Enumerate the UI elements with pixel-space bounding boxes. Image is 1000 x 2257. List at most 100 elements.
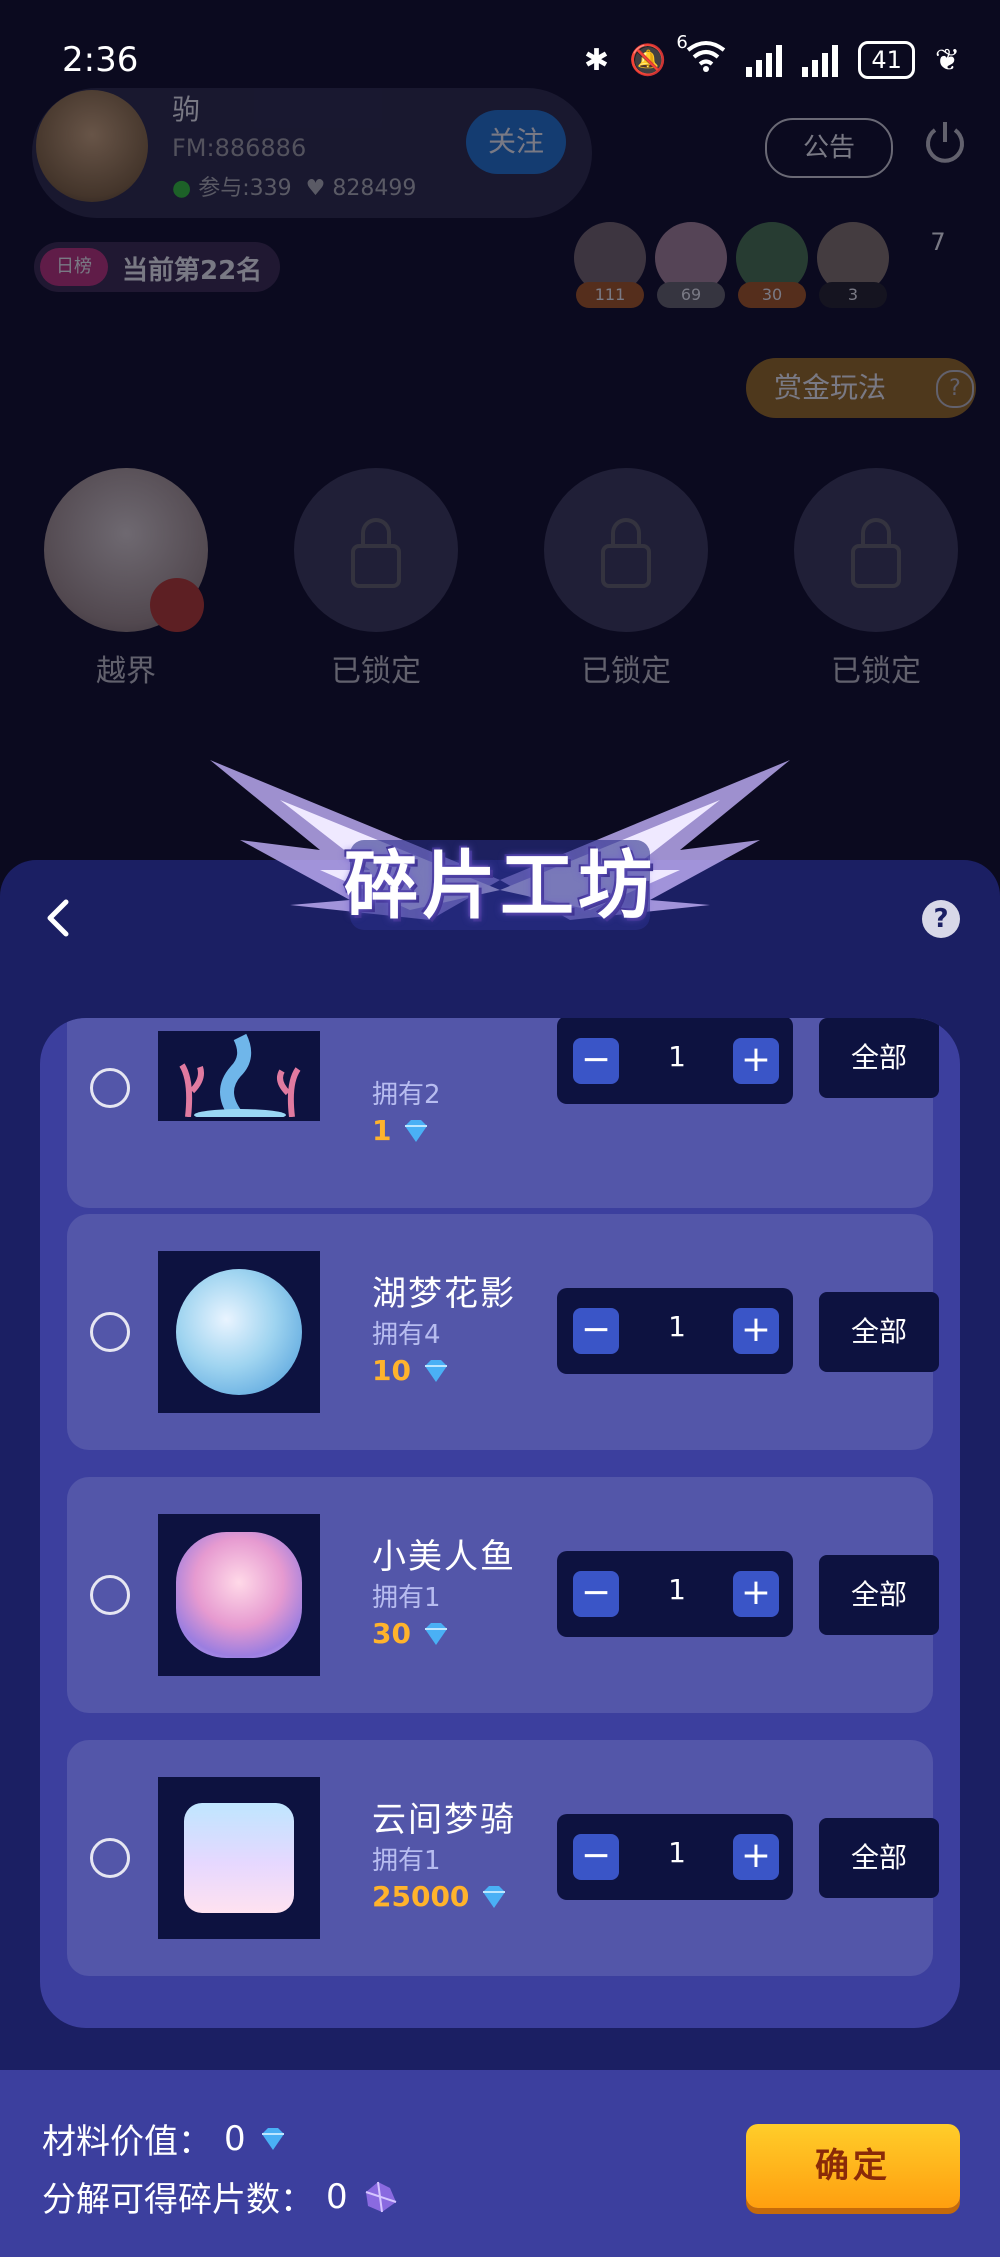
diamond-icon — [261, 2127, 284, 2150]
lock-icon — [611, 518, 641, 546]
shards-value: 0 — [326, 2176, 348, 2217]
decrease-button[interactable]: − — [573, 1834, 619, 1880]
seahorse-coral-icon — [179, 1033, 301, 1117]
rank-tag: 日榜 — [40, 248, 108, 286]
fan-total-count[interactable]: 7 — [918, 228, 958, 256]
seat-label: 越界 — [96, 654, 156, 689]
question-icon[interactable]: ? — [936, 370, 974, 408]
dialog-title: 碎片工坊 — [344, 843, 656, 929]
back-arrow-icon[interactable] — [40, 898, 76, 938]
quantity-stepper[interactable]: − 1 + — [557, 1288, 793, 1374]
select-all-button[interactable]: 全部 — [819, 1555, 939, 1635]
online-dot-icon: ● — [172, 176, 192, 201]
select-all-button[interactable]: 全部 — [819, 1018, 939, 1098]
material-value: 0 — [224, 2118, 246, 2159]
increase-button[interactable]: + — [733, 1571, 779, 1617]
shards-row: 分解可得碎片数： 0 — [42, 2172, 402, 2221]
increase-button[interactable]: + — [733, 1038, 779, 1084]
mic-seat-3[interactable] — [544, 468, 708, 632]
confirm-button[interactable]: 确定 — [746, 2124, 960, 2208]
list-item[interactable]: 拥有2 1 − 1 + 全部 — [67, 1018, 939, 1208]
likes-count: 828499 — [332, 176, 417, 201]
owned-count: 拥有1 — [372, 1583, 441, 1613]
mic-seat-4[interactable] — [794, 468, 958, 632]
item-thumbnail — [158, 1777, 320, 1939]
item-name: 小美人鱼 — [372, 1537, 516, 1577]
follow-button[interactable]: 关注 — [466, 110, 566, 174]
shards-label: 分解可得碎片数： — [42, 2180, 314, 2220]
mermaid-icon — [176, 1532, 302, 1658]
quantity-stepper[interactable]: − 1 + — [557, 1551, 793, 1637]
decrease-button[interactable]: − — [573, 1038, 619, 1084]
select-all-button[interactable]: 全部 — [819, 1292, 939, 1372]
crystal-shard-icon — [365, 2181, 396, 2212]
quantity-stepper[interactable]: − 1 + — [557, 1018, 793, 1104]
item-price: 30 — [372, 1617, 451, 1650]
select-all-button[interactable]: 全部 — [819, 1818, 939, 1898]
fan-badge: 111 — [576, 282, 644, 308]
item-list[interactable]: 拥有2 1 − 1 + 全部 湖梦花影 拥有4 10 − 1 + 全部 小美人鱼… — [40, 1018, 960, 2028]
item-thumbnail — [158, 1031, 320, 1121]
list-item[interactable]: 湖梦花影 拥有4 10 − 1 + 全部 — [67, 1214, 939, 1450]
item-name: 云间梦骑 — [372, 1800, 516, 1840]
price-value: 10 — [372, 1354, 411, 1387]
price-value: 30 — [372, 1617, 411, 1650]
item-price: 10 — [372, 1354, 451, 1387]
increase-button[interactable]: + — [733, 1834, 779, 1880]
fan-badge: 30 — [738, 282, 806, 308]
footer-bar: 材料价值： 0 分解可得碎片数： 0 确定 — [0, 2070, 1000, 2257]
help-icon[interactable]: ? — [922, 900, 960, 938]
seat-label: 已锁定 — [331, 654, 421, 689]
decrease-button[interactable]: − — [573, 1308, 619, 1354]
select-radio[interactable] — [90, 1068, 130, 1108]
list-item[interactable]: 小美人鱼 拥有1 30 − 1 + 全部 — [67, 1477, 939, 1713]
quantity-stepper[interactable]: − 1 + — [557, 1814, 793, 1900]
diamond-icon — [424, 1359, 447, 1382]
decrease-button[interactable]: − — [573, 1571, 619, 1617]
network-type-label: 6 — [676, 32, 688, 53]
owned-count: 拥有1 — [372, 1846, 441, 1876]
unicorn-rider-icon — [184, 1803, 294, 1913]
rank-text: 当前第22名 — [122, 256, 263, 286]
select-radio[interactable] — [90, 1575, 130, 1615]
host-name: 驹 — [172, 93, 201, 126]
item-thumbnail — [158, 1251, 320, 1413]
mic-seat-2[interactable] — [294, 468, 458, 632]
power-icon[interactable] — [920, 118, 970, 168]
fan-badge: 3 — [819, 282, 887, 308]
lock-icon — [361, 518, 391, 546]
diamond-icon — [405, 1119, 428, 1142]
quantity-value: 1 — [668, 1836, 686, 1869]
seat-label: 已锁定 — [581, 654, 671, 689]
price-value: 25000 — [372, 1880, 470, 1913]
owned-count: 拥有4 — [372, 1320, 441, 1350]
host-avatar[interactable] — [36, 90, 148, 202]
mic-muted-icon — [150, 578, 204, 632]
item-price: 25000 — [372, 1880, 509, 1913]
quantity-value: 1 — [668, 1310, 686, 1343]
increase-button[interactable]: + — [733, 1308, 779, 1354]
material-value-row: 材料价值： 0 — [42, 2114, 288, 2163]
select-radio[interactable] — [90, 1312, 130, 1352]
host-fm-id: FM:886886 — [172, 134, 307, 162]
host-stats: ● 参与:339 ♥ 828499 — [172, 170, 416, 202]
item-thumbnail — [158, 1514, 320, 1676]
diamond-icon — [424, 1622, 447, 1645]
fan-badge: 69 — [657, 282, 725, 308]
heart-icon: ♥ — [298, 176, 326, 201]
notice-button[interactable]: 公告 — [765, 118, 893, 178]
lock-icon — [861, 518, 891, 546]
select-radio[interactable] — [90, 1838, 130, 1878]
diamond-icon — [483, 1885, 506, 1908]
seat-label: 已锁定 — [831, 654, 921, 689]
price-value: 1 — [372, 1114, 392, 1147]
list-item[interactable]: 云间梦骑 拥有1 25000 − 1 + 全部 — [67, 1740, 939, 1976]
quantity-value: 1 — [668, 1573, 686, 1606]
item-name: 湖梦花影 — [372, 1274, 516, 1314]
quantity-value: 1 — [668, 1040, 686, 1073]
participants-count: 参与:339 — [198, 176, 292, 201]
material-value-label: 材料价值： — [42, 2122, 212, 2162]
flower-orb-icon — [176, 1269, 302, 1395]
item-price: 1 — [372, 1114, 431, 1147]
owned-count: 拥有2 — [372, 1080, 441, 1110]
